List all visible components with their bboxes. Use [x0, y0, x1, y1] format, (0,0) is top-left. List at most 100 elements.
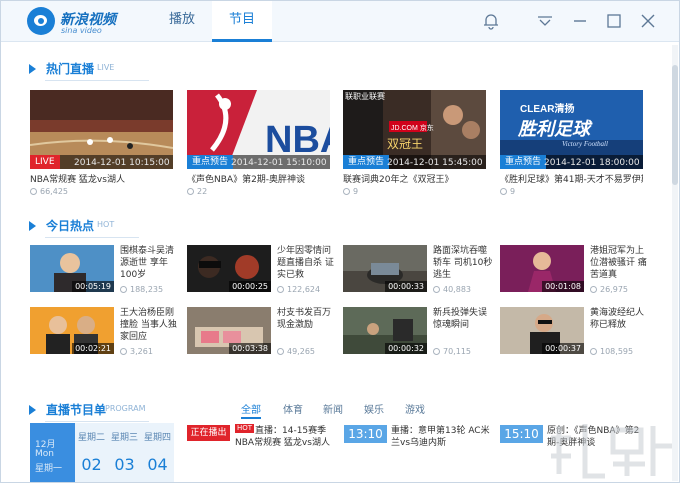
viewers-icon: [30, 188, 37, 195]
hot-item[interactable]: 00:01:08 港姐冠军为上位潜被骚讦 痛苦道真 26,975: [500, 245, 650, 295]
day-weekday: 星期二: [77, 433, 105, 443]
on-air-badge: 正在播出: [187, 425, 230, 441]
section-arrow-icon: [29, 64, 36, 74]
live-card-title[interactable]: 联赛词典20年之《双冠王》: [343, 172, 486, 185]
tab-play[interactable]: 播放: [152, 1, 212, 41]
play-count: 108,595: [590, 347, 633, 356]
hot-thumbnail[interactable]: 00:00:37: [500, 307, 584, 354]
section-arrow-icon: [29, 405, 36, 415]
hot-thumbnail[interactable]: 00:03:38: [187, 307, 271, 354]
live-thumbnail[interactable]: NBA 重点预告 2014-12-01 15:10:00: [187, 90, 330, 169]
calendar-weekday-en: Mon: [35, 449, 54, 459]
calendar-day[interactable]: 星期二 02: [75, 423, 108, 482]
program-entry[interactable]: 直播：14-15赛季NBA常规赛 猛龙vs湖人: [235, 425, 330, 449]
play-count: 40,883: [433, 285, 471, 294]
live-card-title[interactable]: NBA常规赛 猛龙vs湖人: [30, 172, 173, 185]
hot-title[interactable]: 黄海波经纪人称已释放: [590, 307, 650, 343]
app-window: 新浪视频 sina video 播放 节目 热门直播 LIVE LIVE 201…: [0, 0, 680, 483]
duration: 00:00:33: [385, 281, 427, 292]
live-card[interactable]: NBA 重点预告 2014-12-01 15:10:00 《声色NBA》第2期-…: [187, 90, 330, 196]
live-card[interactable]: CLEAR清扬 胜利足球 Victory Football 重点预告 2014-…: [500, 90, 643, 196]
preview-badge: 重点预告: [187, 155, 234, 169]
day-number: 04: [147, 455, 168, 474]
hot-title[interactable]: 村支书发百万现金激励: [277, 307, 337, 343]
scrollbar-thumb[interactable]: [672, 65, 678, 185]
live-time: 2014-12-01 18:00:00: [544, 158, 640, 168]
duration: 00:00:25: [229, 281, 271, 292]
hot-thumbnail[interactable]: 00:02:21: [30, 307, 114, 354]
logo-subtext: sina video: [61, 26, 102, 35]
program-tab-sports[interactable]: 体育: [283, 401, 303, 416]
program-entry[interactable]: 重播：意甲第13轮 AC米兰vs乌迪内斯: [391, 425, 491, 449]
day-number: 02: [81, 455, 102, 474]
duration: 00:00:37: [542, 343, 584, 354]
program-time: 13:10: [344, 425, 387, 443]
hot-thumbnail[interactable]: 00:01:08: [500, 245, 584, 292]
program-tab-entertainment[interactable]: 娱乐: [364, 401, 384, 416]
hot-item[interactable]: 00:05:19 围棋泰斗吴清源逝世 享年100岁 188,235: [30, 245, 180, 295]
play-count: 49,265: [277, 347, 315, 356]
hot-title[interactable]: 路面深坑吞噬轿车 司机10秒逃生: [433, 245, 493, 281]
hot-title[interactable]: 王大治杨臣刚撞脸 当事人独家回应: [120, 307, 180, 343]
play-count: 3,261: [120, 347, 153, 356]
hot-title[interactable]: 少年因零情问题直播自杀 证实已救: [277, 245, 337, 281]
viewer-count: 66,425: [30, 187, 173, 196]
maximize-icon[interactable]: [604, 11, 624, 31]
thumb-caption: 联职业联赛: [345, 91, 385, 101]
views-icon: [120, 348, 127, 355]
thumb-headline: 胜利足球: [517, 119, 593, 140]
hot-thumbnail[interactable]: 00:00:32: [343, 307, 427, 354]
section-title: 直播节目单: [46, 403, 107, 417]
program-tab-news[interactable]: 新闻: [323, 401, 343, 416]
hot-thumbnail[interactable]: 00:00:25: [187, 245, 271, 292]
live-card[interactable]: LIVE 2014-12-01 10:15:00 NBA常规赛 猛龙vs湖人 6…: [30, 90, 173, 196]
live-card-title[interactable]: 《声色NBA》第2期-奥胖神谈: [187, 172, 330, 185]
live-card[interactable]: 联职业联赛 JD.COM 京东 双冠王 重点预告 2014-12-01 15:4…: [343, 90, 486, 196]
calendar-day[interactable]: 星期三 03: [108, 423, 141, 482]
calendar-today[interactable]: 12月 Mon 星期一: [30, 423, 75, 482]
close-icon[interactable]: [638, 11, 658, 31]
calendar-day[interactable]: 星期四 04: [141, 423, 174, 482]
viewers-icon: [187, 188, 194, 195]
day-weekday: 星期四: [143, 433, 171, 443]
live-thumbnail[interactable]: LIVE 2014-12-01 10:15:00: [30, 90, 173, 169]
live-time: 2014-12-01 15:45:00: [387, 158, 483, 168]
live-thumbnail[interactable]: 联职业联赛 JD.COM 京东 双冠王 重点预告 2014-12-01 15:4…: [343, 90, 486, 169]
live-badge: LIVE: [30, 155, 60, 169]
live-time: 2014-12-01 10:15:00: [74, 158, 170, 168]
viewer-count: 9: [500, 187, 643, 196]
program-tab-all[interactable]: 全部: [241, 401, 261, 419]
hot-item[interactable]: 00:00:37 黄海波经纪人称已释放 108,595: [500, 307, 650, 357]
duration: 00:05:19: [72, 281, 114, 292]
duration: 00:01:08: [542, 281, 584, 292]
viewers-icon: [343, 188, 350, 195]
hot-item[interactable]: 00:00:32 新兵投弹失误惊魂瞬间 70,115: [343, 307, 493, 357]
hot-title[interactable]: 新兵投弹失误惊魂瞬间: [433, 307, 493, 343]
sina-video-logo[interactable]: 新浪视频 sina video: [27, 7, 137, 37]
live-time: 2014-12-01 15:10:00: [231, 158, 327, 168]
preview-badge: 重点预告: [500, 155, 547, 169]
program-tab-games[interactable]: 游戏: [405, 401, 425, 416]
views-icon: [433, 286, 440, 293]
hot-item[interactable]: 00:02:21 王大治杨臣刚撞脸 当事人独家回应 3,261: [30, 307, 180, 357]
thumb-headline: 双冠王: [387, 137, 423, 151]
hot-item[interactable]: 00:00:33 路面深坑吞噬轿车 司机10秒逃生 40,883: [343, 245, 493, 295]
scrollbar[interactable]: [672, 45, 678, 481]
live-thumbnail[interactable]: CLEAR清扬 胜利足球 Victory Football 重点预告 2014-…: [500, 90, 643, 169]
hot-thumbnail[interactable]: 00:05:19: [30, 245, 114, 292]
hot-title[interactable]: 港姐冠军为上位潜被骚讦 痛苦道真: [590, 245, 650, 281]
bell-icon[interactable]: [481, 11, 501, 31]
section-title-en: PROGRAM: [105, 404, 146, 413]
hot-item[interactable]: 00:03:38 村支书发百万现金激励 49,265: [187, 307, 337, 357]
dropdown-menu-icon[interactable]: [535, 11, 555, 31]
tab-programs[interactable]: 节目: [212, 1, 272, 42]
day-weekday: 星期三: [110, 433, 138, 443]
minimize-icon[interactable]: [570, 11, 590, 31]
views-icon: [120, 286, 127, 293]
title-bar: 新浪视频 sina video 播放 节目: [1, 1, 679, 42]
hot-title[interactable]: 围棋泰斗吴清源逝世 享年100岁: [120, 245, 180, 281]
live-card-title[interactable]: 《胜利足球》第41期-天才不易罗伊斯: [500, 172, 643, 185]
hot-item[interactable]: 00:00:25 少年因零情问题直播自杀 证实已救 122,624: [187, 245, 337, 295]
hot-thumbnail[interactable]: 00:00:33: [343, 245, 427, 292]
section-title: 今日热点: [46, 219, 95, 233]
